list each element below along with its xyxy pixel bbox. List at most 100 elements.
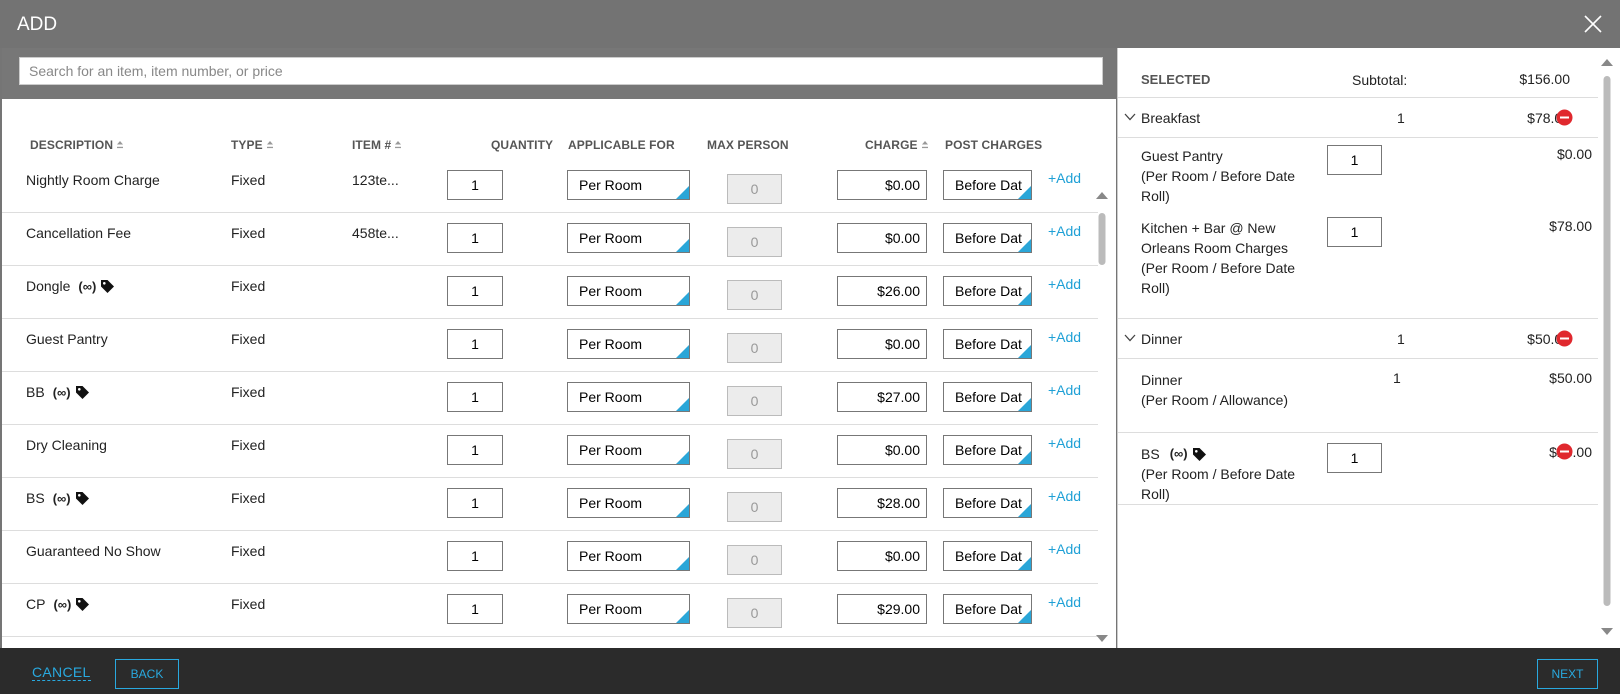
post-charges-select[interactable]: Before Dat: [943, 276, 1032, 306]
charge-input[interactable]: $0.00: [837, 223, 927, 253]
remove-icon[interactable]: [1556, 330, 1573, 347]
chevron-down-icon[interactable]: [1123, 110, 1137, 124]
table-row: BB (∞) Fixed 1 Per Room 0 $27.00 Before Dat +Add: [2, 372, 1098, 425]
add-link[interactable]: +Add: [1048, 382, 1081, 398]
column-header-description[interactable]: DESCRIPTION: [30, 138, 124, 152]
group-row-dinner[interactable]: Dinner 1 $50.00: [1118, 319, 1598, 359]
remove-icon[interactable]: [1556, 443, 1573, 460]
quantity-input[interactable]: 1: [447, 541, 503, 571]
select-value: Before Dat: [955, 283, 1022, 299]
quantity-input[interactable]: 1: [447, 170, 503, 200]
quantity-input[interactable]: 1: [1327, 145, 1382, 175]
post-charges-select[interactable]: Before Dat: [943, 382, 1032, 412]
quantity-input[interactable]: 1: [447, 223, 503, 253]
quantity-input[interactable]: 1: [447, 594, 503, 624]
add-link[interactable]: +Add: [1048, 594, 1081, 610]
add-link[interactable]: +Add: [1048, 329, 1081, 345]
post-charges-select[interactable]: Before Dat: [943, 223, 1032, 253]
items-pane: DESCRIPTION TYPE ITEM # QUANTITY APPLICA…: [2, 48, 1116, 648]
item-detail: Roll): [1141, 188, 1170, 204]
applicable-for-select[interactable]: Per Room: [567, 329, 690, 359]
description-text: Nightly Room Charge: [26, 172, 160, 188]
applicable-for-select[interactable]: Per Room: [567, 223, 690, 253]
scrollbar[interactable]: [1094, 189, 1110, 645]
charge-input[interactable]: $0.00: [837, 541, 927, 571]
charge-input[interactable]: $0.00: [837, 329, 927, 359]
selected-item-kitchen-bar: Kitchen + Bar @ New Orleans Room Charges…: [1141, 218, 1295, 298]
applicable-for-select[interactable]: Per Room: [567, 435, 690, 465]
search-input[interactable]: [19, 57, 1103, 85]
select-value: Before Dat: [955, 336, 1022, 352]
item-detail: Roll): [1141, 280, 1170, 296]
unlimited-marker: (∞): [52, 490, 71, 506]
charge-input[interactable]: $29.00: [837, 594, 927, 624]
cancel-button[interactable]: CANCEL: [32, 664, 91, 681]
item-type: Fixed: [231, 278, 266, 294]
chevron-down-icon[interactable]: [1123, 331, 1137, 345]
applicable-for-select[interactable]: Per Room: [567, 541, 690, 571]
item-quantity: 1: [1393, 370, 1401, 386]
column-header-charge[interactable]: CHARGE: [865, 138, 929, 152]
add-link[interactable]: +Add: [1048, 276, 1081, 292]
max-person-input: 0: [727, 280, 782, 310]
add-link[interactable]: +Add: [1048, 170, 1081, 186]
applicable-for-select[interactable]: Per Room: [567, 276, 690, 306]
dropdown-corner-icon: [676, 504, 689, 517]
quantity-input[interactable]: 1: [447, 435, 503, 465]
add-link[interactable]: +Add: [1048, 488, 1081, 504]
remove-icon[interactable]: [1556, 109, 1573, 126]
post-charges-select[interactable]: Before Dat: [943, 594, 1032, 624]
post-charges-select[interactable]: Before Dat: [943, 329, 1032, 359]
quantity-input[interactable]: 1: [447, 382, 503, 412]
column-header-label: DESCRIPTION: [30, 138, 114, 152]
dropdown-corner-icon: [676, 557, 689, 570]
add-link[interactable]: +Add: [1048, 541, 1081, 557]
charge-input[interactable]: $0.00: [837, 435, 927, 465]
tag-icon: [1192, 447, 1206, 461]
post-charges-select[interactable]: Before Dat: [943, 541, 1032, 571]
scrollbar[interactable]: [1599, 56, 1615, 640]
select-value: Per Room: [579, 336, 643, 352]
item-number: 123te...: [352, 172, 399, 188]
select-value: Before Dat: [955, 177, 1022, 193]
description-text: CP: [26, 596, 46, 612]
item-detail: (Per Room / Before Date: [1141, 466, 1296, 482]
dropdown-corner-icon: [1018, 451, 1031, 464]
max-person-input: 0: [727, 386, 782, 416]
add-link[interactable]: +Add: [1048, 223, 1081, 239]
post-charges-select[interactable]: Before Dat: [943, 435, 1032, 465]
close-icon[interactable]: [1582, 13, 1604, 35]
applicable-for-select[interactable]: Per Room: [567, 382, 690, 412]
quantity-input[interactable]: 1: [1327, 217, 1382, 247]
max-person-input: 0: [727, 598, 782, 628]
item-description: Nightly Room Charge: [26, 172, 160, 188]
quantity-input[interactable]: 1: [447, 276, 503, 306]
column-header-item-number[interactable]: ITEM #: [352, 138, 402, 152]
post-charges-select[interactable]: Before Dat: [943, 488, 1032, 518]
quantity-input[interactable]: 1: [447, 488, 503, 518]
item-amount: $50.00: [1549, 370, 1592, 386]
charge-input[interactable]: $0.00: [837, 170, 927, 200]
next-button[interactable]: NEXT: [1537, 659, 1598, 689]
item-amount: $78.00: [1549, 218, 1592, 234]
back-button[interactable]: BACK: [115, 659, 179, 689]
charge-input[interactable]: $28.00: [837, 488, 927, 518]
quantity-input[interactable]: 1: [1327, 443, 1382, 473]
group-row-breakfast[interactable]: Breakfast 1 $78.00: [1118, 98, 1598, 138]
charge-input[interactable]: $27.00: [837, 382, 927, 412]
table-row: Guest Pantry Fixed 1 Per Room 0 $0.00 Before D…: [2, 319, 1098, 372]
group-name: Breakfast: [1141, 110, 1201, 126]
item-detail: (Per Room / Allowance): [1141, 392, 1289, 408]
applicable-for-select[interactable]: Per Room: [567, 594, 690, 624]
applicable-for-select[interactable]: Per Room: [567, 488, 690, 518]
charge-input[interactable]: $26.00: [837, 276, 927, 306]
add-link[interactable]: +Add: [1048, 435, 1081, 451]
dropdown-corner-icon: [676, 610, 689, 623]
table-row: Guaranteed No Show Fixed 1 Per Room 0 $0.00 Be…: [2, 531, 1098, 584]
applicable-for-select[interactable]: Per Room: [567, 170, 690, 200]
item-name: Orleans Room Charges: [1141, 240, 1289, 256]
post-charges-select[interactable]: Before Dat: [943, 170, 1032, 200]
quantity-input[interactable]: 1: [447, 329, 503, 359]
column-header-type[interactable]: TYPE: [231, 138, 274, 152]
max-person-input: 0: [727, 174, 782, 204]
